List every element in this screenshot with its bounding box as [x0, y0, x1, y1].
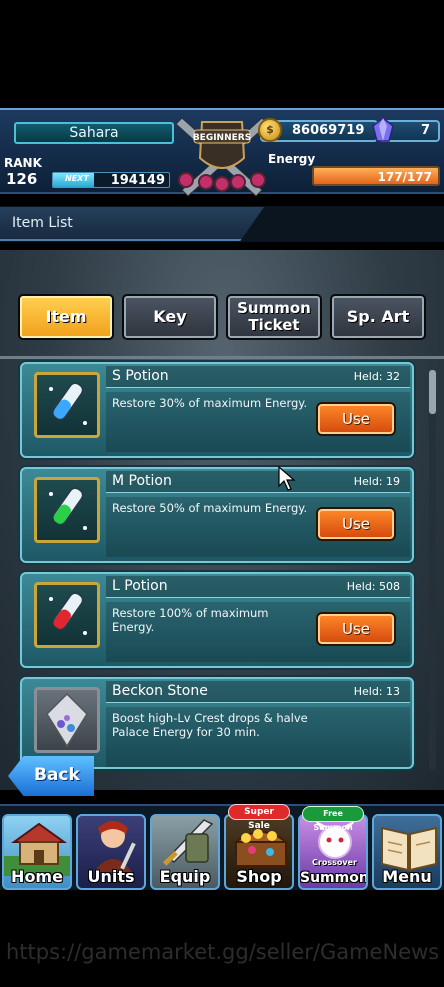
potion-icon-blue — [34, 372, 100, 438]
tab-key-label: Key — [153, 307, 187, 326]
player-header: Sahara RANK 126 NEXT 194149 BEGINNERS $ … — [0, 108, 444, 197]
tab-summon-ticket-label-2: Ticket — [248, 316, 300, 334]
item-held: Held: 13 — [353, 685, 400, 698]
nav-shop-label: Shop — [236, 867, 282, 886]
next-exp-value: 194149 — [110, 173, 165, 188]
energy-label: Energy — [268, 152, 316, 166]
use-button[interactable]: Use — [316, 507, 396, 541]
tab-item[interactable]: Item — [18, 294, 114, 340]
item-held: Held: 508 — [346, 580, 400, 593]
rank-value: 126 — [6, 170, 38, 188]
nav-equip[interactable]: Equip — [150, 814, 220, 890]
scroll-thumb[interactable] — [429, 370, 436, 414]
item-description: Restore 30% of maximum Energy. — [112, 396, 308, 410]
watermark-text: https://gamemarket.gg/seller/GameNews — [6, 940, 440, 964]
nav-equip-label: Equip — [159, 867, 211, 886]
item-card-s-potion[interactable]: S Potion Held: 32 Restore 30% of maximum… — [20, 362, 414, 458]
title-strip: Item List — [0, 206, 444, 242]
nav-home[interactable]: Home — [2, 814, 72, 890]
nav-menu[interactable]: Menu — [372, 814, 442, 890]
item-description: Boost high-Lv Crest drops & halve Palace… — [112, 711, 308, 739]
super-sale-badge: Super Sale — [228, 804, 290, 831]
page-title: Item List — [12, 215, 73, 231]
tab-key[interactable]: Key — [122, 294, 218, 340]
use-button[interactable]: Use — [316, 612, 396, 646]
rank-label: RANK — [4, 156, 42, 170]
item-description: Restore 50% of maximum Energy. — [112, 501, 308, 515]
use-button[interactable]: Use — [316, 402, 396, 436]
gem-icon — [372, 117, 394, 142]
tab-summon-ticket-label-1: Summon — [237, 299, 311, 317]
nav-units-label: Units — [87, 867, 135, 886]
item-held: Held: 19 — [353, 475, 400, 488]
item-name: Beckon Stone — [112, 683, 208, 699]
nav-units[interactable]: Units — [76, 814, 146, 890]
game-screen: Sahara RANK 126 NEXT 194149 BEGINNERS $ … — [0, 0, 444, 987]
item-list-scrollbar[interactable] — [429, 370, 436, 770]
back-label: Back — [34, 765, 80, 785]
tab-sp-art-label: Sp. Art — [346, 307, 410, 326]
item-card-m-potion[interactable]: M Potion Held: 19 Restore 50% of maximum… — [20, 467, 414, 563]
potion-icon-green — [34, 477, 100, 543]
tab-sp-art[interactable]: Sp. Art — [330, 294, 426, 340]
list-divider — [0, 356, 444, 359]
player-name: Sahara — [14, 122, 174, 144]
next-label: NEXT — [65, 174, 89, 183]
item-name: M Potion — [112, 473, 172, 489]
tab-item-label: Item — [45, 307, 87, 326]
item-card-l-potion[interactable]: L Potion Held: 508 Restore 100% of maxim… — [20, 572, 414, 668]
item-name: S Potion — [112, 368, 169, 384]
item-description: Restore 100% of maximum Energy. — [112, 606, 269, 634]
free-summon-badge: Free Summon — [302, 806, 364, 832]
gold-coin-icon: $ — [258, 118, 282, 142]
bottom-nav: Home Units Equip Shop Summon Menu — [0, 804, 444, 890]
beginners-emblem-icon[interactable]: BEGINNERS — [172, 108, 272, 200]
nav-menu-label: Menu — [382, 867, 432, 886]
item-name: L Potion — [112, 578, 168, 594]
gem-value: 7 — [420, 123, 430, 138]
tab-summon-ticket[interactable]: Summon Ticket — [226, 294, 322, 340]
nav-home-label: Home — [11, 867, 63, 886]
emblem-text: BEGINNERS — [193, 133, 251, 143]
potion-icon-red — [34, 582, 100, 648]
gold-value: 86069719 — [292, 123, 365, 138]
nav-summon-label: Summon — [300, 870, 368, 886]
energy-bar: 177/177 — [312, 166, 440, 186]
item-held: Held: 32 — [353, 370, 400, 383]
mouse-cursor-icon — [278, 466, 296, 491]
next-exp-bar: NEXT 194149 — [52, 172, 170, 188]
back-button[interactable]: Back — [8, 756, 94, 796]
energy-value: 177/177 — [377, 170, 432, 184]
crystal-icon — [34, 687, 100, 753]
crossover-label: Crossover — [312, 858, 357, 867]
